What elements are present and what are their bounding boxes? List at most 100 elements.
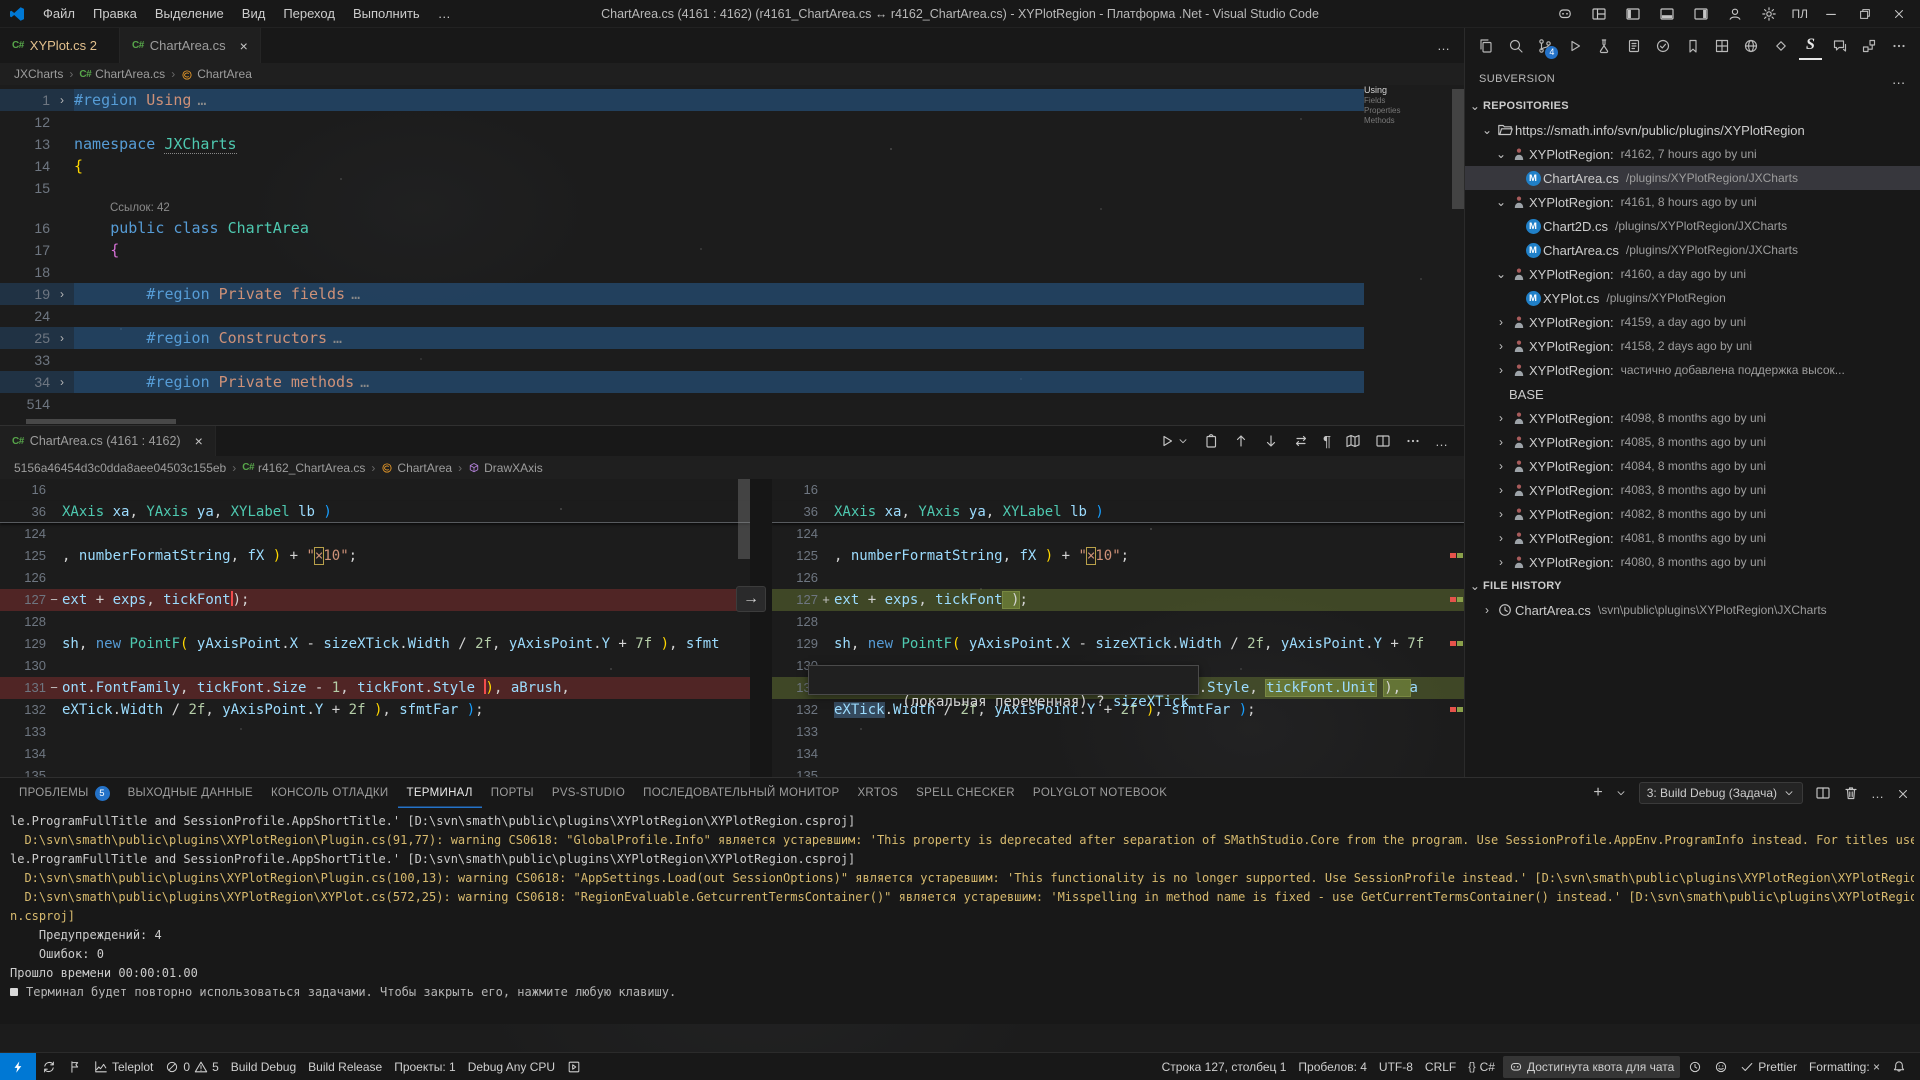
tree-item[interactable]: ›XYPlotRegion:r4159, a day ago by uni — [1465, 310, 1920, 334]
diff-code-line[interactable]: 128 — [772, 611, 1464, 633]
tree-item[interactable]: ⌄XYPlotRegion:r4162, 7 hours ago by uni — [1465, 142, 1920, 166]
tree-item[interactable]: ›XYPlotRegion:r4084, 8 months ago by uni — [1465, 454, 1920, 478]
status-teleplot[interactable]: Teleplot — [88, 1053, 159, 1080]
tree-item[interactable]: ⌄XYPlotRegion:r4160, a day ago by uni — [1465, 262, 1920, 286]
fold-chevron-icon[interactable]: › — [50, 327, 74, 349]
status-eol[interactable]: CRLF — [1419, 1053, 1462, 1080]
gear-button[interactable] — [1754, 1, 1784, 27]
panel-tab[interactable]: КОНСОЛЬ ОТЛАДКИ — [262, 778, 398, 808]
editor-tab[interactable]: C#XYPlot.cs 2 — [0, 28, 120, 63]
activity-debug-icon[interactable] — [1563, 32, 1585, 60]
menu-item[interactable]: … — [429, 6, 460, 21]
chevron-right-icon[interactable]: › — [1493, 459, 1509, 473]
code-line[interactable]: 1›#region Using… — [0, 89, 1364, 111]
status-problems[interactable]: 05 — [159, 1053, 224, 1080]
status-cursor-position[interactable]: Строка 127, столбец 1 — [1156, 1053, 1293, 1080]
activity-beaker-icon[interactable] — [1593, 32, 1615, 60]
copilot-button[interactable] — [1550, 1, 1580, 27]
close-tab-icon[interactable]: × — [195, 433, 203, 449]
panel-left-button[interactable] — [1618, 1, 1648, 27]
chevron-down-icon[interactable]: ⌄ — [1493, 195, 1509, 209]
chevron-right-icon[interactable]: › — [1493, 339, 1509, 353]
more-button[interactable] — [1405, 433, 1421, 450]
section-repositories[interactable]: ⌄ REPOSITORIES — [1465, 94, 1920, 118]
terminal-task-dropdown[interactable]: 3: Build Debug (Задача) — [1639, 782, 1803, 804]
activity-globe-icon[interactable] — [1740, 32, 1762, 60]
code-line[interactable]: 24 — [0, 305, 1364, 327]
status-build-debug[interactable]: Build Debug — [225, 1053, 302, 1080]
tree-item[interactable]: ›XYPlotRegion:r4081, 8 months ago by uni — [1465, 526, 1920, 550]
tree-item[interactable]: BASE — [1465, 382, 1920, 406]
close-panel-button[interactable] — [1896, 785, 1910, 801]
activity-refs-icon[interactable] — [1858, 32, 1880, 60]
diff-code-line[interactable]: 36XAxis xa, YAxis ya, XYLabel lb ) — [772, 501, 1464, 523]
run-button[interactable] — [1159, 433, 1189, 449]
code-line[interactable]: 25›#region Constructors… — [0, 327, 1364, 349]
status-debug-flag[interactable] — [62, 1053, 88, 1080]
status-build-release[interactable]: Build Release — [302, 1053, 388, 1080]
tree-item[interactable]: ⌄XYPlotRegion:r4161, 8 hours ago by uni — [1465, 190, 1920, 214]
status-indentation[interactable]: Пробелов: 4 — [1292, 1053, 1373, 1080]
status-formatting[interactable]: Formatting: × — [1803, 1053, 1886, 1080]
arrowdown-button[interactable] — [1263, 433, 1279, 450]
panel-more-actions-icon[interactable]: … — [1871, 786, 1884, 801]
activity-scm-icon[interactable]: 4 — [1534, 32, 1556, 60]
chevron-right-icon[interactable]: › — [1493, 507, 1509, 521]
diff-code-line[interactable]: 126 — [772, 567, 1464, 589]
tree-item[interactable]: ›XYPlotRegion:r4082, 8 months ago by uni — [1465, 502, 1920, 526]
diff-code-line[interactable]: 124 — [0, 523, 750, 545]
diff-original-pane[interactable]: 1636XAxis xa, YAxis ya, XYLabel lb )1241… — [0, 479, 750, 805]
window-restore-button[interactable] — [1850, 1, 1880, 27]
keyboard-layout-indicator[interactable]: ПЛ — [1788, 7, 1813, 21]
chevron-down-icon[interactable]: ⌄ — [1493, 147, 1509, 161]
status-notifications[interactable] — [1886, 1053, 1912, 1080]
tree-item[interactable]: ›XYPlotRegion:r4158, 2 days ago by uni — [1465, 334, 1920, 358]
diff-code-line[interactable]: 132eXTick.Width / 2f, yAxisPoint.Y + 2f … — [0, 699, 750, 721]
split-button[interactable] — [1375, 433, 1391, 450]
tree-item[interactable]: MChartArea.cs/plugins/XYPlotRegion/JXCha… — [1465, 166, 1920, 190]
tree-item[interactable]: ›XYPlotRegion:r4080, 8 months ago by uni — [1465, 550, 1920, 574]
activity-search-icon[interactable] — [1504, 32, 1526, 60]
diff-code-line[interactable]: 134 — [0, 743, 750, 765]
diff-code-line[interactable]: 16 — [772, 479, 1464, 501]
diff-code-line[interactable]: 126 — [0, 567, 750, 589]
activity-checktree-icon[interactable] — [1652, 32, 1674, 60]
tree-item[interactable]: MChartArea.cs/plugins/XYPlotRegion/JXCha… — [1465, 238, 1920, 262]
breadcrumb-item[interactable]: JXCharts — [14, 67, 63, 81]
menu-item[interactable]: Выполнить — [344, 6, 429, 21]
chevron-down-icon[interactable]: ⌄ — [1479, 123, 1495, 137]
diff-code-line[interactable]: 124 — [772, 523, 1464, 545]
new-terminal-button[interactable]: + — [1593, 784, 1602, 802]
status-sync-button[interactable] — [36, 1053, 62, 1080]
diff-code-line[interactable]: 127−ext + exps, tickFont); — [0, 589, 750, 611]
diff-code-line[interactable]: 131−ont.FontFamily, tickFont.Size - 1, t… — [0, 677, 750, 699]
terminal-output[interactable]: le.ProgramFullTitle and SessionProfile.A… — [10, 812, 1914, 1024]
chevron-right-icon[interactable]: › — [1479, 603, 1495, 617]
status-timer[interactable] — [1682, 1053, 1708, 1080]
breadcrumb-item[interactable]: C#ChartArea.cs — [79, 67, 165, 81]
scrollbar-horizontal[interactable] — [26, 419, 176, 424]
sidebar-more-actions-icon[interactable]: … — [1892, 71, 1906, 87]
panel-tab[interactable]: SPELL CHECKER — [907, 778, 1024, 808]
fold-chevron-icon[interactable]: › — [50, 89, 74, 111]
panel-tab[interactable]: PVS-STUDIO — [543, 778, 634, 808]
diff-scrollbar-vertical[interactable] — [738, 479, 750, 559]
status-projects[interactable]: Проекты: 1 — [388, 1053, 462, 1080]
chevron-right-icon[interactable]: › — [1493, 315, 1509, 329]
breadcrumb-item[interactable]: DrawXAxis — [468, 461, 543, 475]
diff-editor-tab[interactable]: C#ChartArea.cs (4161 : 4162)× — [0, 426, 216, 456]
chevron-right-icon[interactable]: › — [1493, 411, 1509, 425]
status-remote-indicator[interactable] — [0, 1053, 36, 1080]
status-copilot-quota[interactable]: Достигнута квота для чата — [1503, 1056, 1680, 1078]
panel-tab[interactable]: XRTOS — [848, 778, 907, 808]
whitespace-toggle-button[interactable]: ¶ — [1323, 433, 1331, 450]
activity-grid-icon[interactable] — [1711, 32, 1733, 60]
window-close-button[interactable] — [1884, 1, 1914, 27]
diff-code-line[interactable]: 127+ext + exps, tickFont ); — [772, 589, 1464, 611]
activity-comments-icon[interactable] — [1829, 32, 1851, 60]
activity-diamond-icon[interactable] — [1770, 32, 1792, 60]
chevron-right-icon[interactable]: › — [1493, 435, 1509, 449]
diff-code-line[interactable]: 36XAxis xa, YAxis ya, XYLabel lb ) — [0, 501, 750, 523]
code-line[interactable]: 34›#region Private methods… — [0, 371, 1364, 393]
code-line[interactable]: 19›#region Private fields… — [0, 283, 1364, 305]
